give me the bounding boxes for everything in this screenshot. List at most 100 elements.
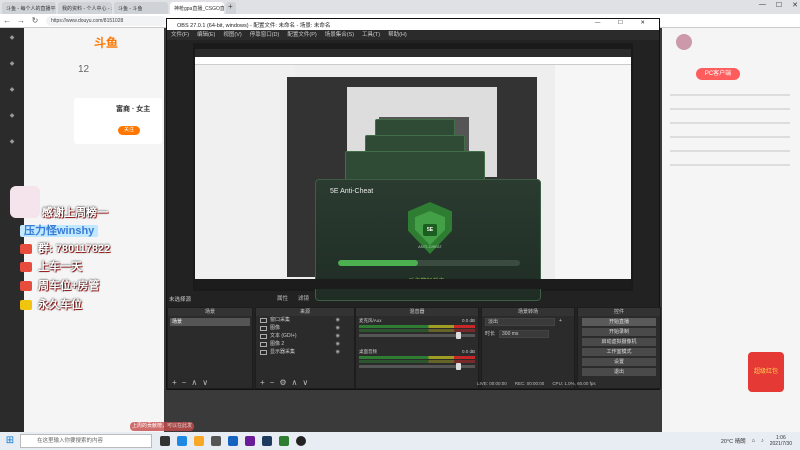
anchor-name: 富商 · 女主 [116,106,151,113]
sidebar-item[interactable]: ◆ [0,132,24,158]
obs-icon[interactable] [296,436,306,446]
pc-client-button[interactable]: PC客户端 [696,68,740,80]
menu-help[interactable]: 帮助(H) [388,30,407,40]
transition-duration-row: 时长 300 ms [482,328,574,340]
scene-item[interactable]: 场景 [170,318,250,326]
list-item [670,150,790,152]
browser-tab[interactable]: 斗鱼 - 每个人的直播平台 [2,2,56,14]
obs-preview[interactable]: 5E Anti-Cheat 5E ANTI-CHEAT 反作弊加载中... [193,43,633,301]
anticheat-title: 5E Anti-Cheat [330,188,374,195]
filters-button[interactable]: 滤镜 [298,294,309,302]
menu-scene-collection[interactable]: 场景集合(S) [325,30,354,40]
exit-button[interactable]: 退出 [582,368,656,376]
add-transition-button[interactable]: + [559,318,562,326]
top-fan-label: 压力怪winshy [20,225,99,237]
eye-icon[interactable]: ◉ [336,332,340,340]
sidebar-item[interactable]: ◆ [0,106,24,132]
eye-icon[interactable]: ◉ [336,316,340,324]
network-icon[interactable]: ⌂ [752,438,755,444]
url-field[interactable]: https://www.douyu.com/8151028 [46,15,166,26]
bottom-hint[interactable]: 上周的贡献榜，可以在此发 [130,422,194,431]
maximize-icon[interactable]: ☐ [776,1,782,9]
follow-button[interactable]: 关注 [118,126,140,135]
volume-icon[interactable]: ♪ [761,438,764,444]
start-virtual-camera-button[interactable]: 启动虚拟摄像机 [582,338,656,346]
menu-edit[interactable]: 编辑(E) [197,30,215,40]
source-item[interactable]: 显示器采集 ◉ [256,348,354,356]
properties-button[interactable]: 属性 [277,294,288,302]
menu-profile[interactable]: 配置文件(P) [287,30,316,40]
list-item [670,164,790,166]
menu-view[interactable]: 视图(V) [223,30,241,40]
eye-icon[interactable]: ◉ [336,348,340,356]
browser-tab[interactable]: 斗鱼 - 斗鱼 [114,2,168,14]
scene-dock-toolbar[interactable]: +−∧∨ [168,378,252,388]
overlay-perk-1: 上车一天 [20,258,82,274]
avatar[interactable] [676,34,692,50]
start-streaming-button[interactable]: 开始直播 [582,318,656,326]
app-icon[interactable] [279,436,289,446]
browser-tab[interactable]: 我的资料 - 个人中心 - 斗鱼 [58,2,112,14]
menu-tools[interactable]: 工具(T) [362,30,380,40]
car-icon [20,262,32,273]
reload-icon[interactable]: ↻ [28,16,42,25]
source-label: 窗口采集 [270,317,291,323]
new-tab-button[interactable]: + [226,2,236,14]
dock-title: 控件 [578,308,660,316]
task-view-icon[interactable] [160,436,170,446]
volume-slider[interactable] [359,332,475,339]
back-icon[interactable]: ← [0,16,14,25]
app-icon[interactable] [245,436,255,446]
transition-select[interactable]: 淡出 [485,318,555,326]
perk-label: 上车一天 [38,261,82,273]
channel-name: 麦克风/Aux [359,318,382,323]
source-item[interactable]: 图像 2 ◉ [256,340,354,348]
source-dock-toolbar[interactable]: +−⚙∧∨ [256,378,354,388]
sources-dock: 来源 窗口采集 ◉ 图像 ◉ 文本 (GDI+) ◉ 图像 2 ◉ 显示器采集 ◉ +−⚙… [255,307,355,389]
volume-slider[interactable] [359,363,475,370]
duration-input[interactable]: 300 ms [499,330,550,338]
app-icon[interactable] [228,436,238,446]
source-item[interactable]: 窗口采集 ◉ [256,316,354,324]
windows-start-icon[interactable]: ⊞ [0,432,20,450]
folder-icon[interactable] [194,436,204,446]
steam-icon[interactable] [262,436,272,446]
sidebar-item[interactable]: ◆ [0,54,24,80]
taskbar-search-input[interactable]: 在这里输入你要搜索的内容 [20,434,152,448]
source-item[interactable]: 文本 (GDI+) ◉ [256,332,354,340]
menu-file[interactable]: 文件(F) [171,30,189,40]
shield-label: ANTI-CHEAT [418,244,442,249]
overlay-thanks: 感谢上周榜一 [42,207,108,219]
obs-window-controls[interactable]: — ☐ ✕ [595,20,653,26]
cpu-fps: CPU: 1.0%, 60.00 fps [552,381,596,386]
clock[interactable]: 1:06 2021/7/30 [770,435,792,447]
slider-handle[interactable] [456,332,461,339]
gift-box[interactable]: 超级红包 [748,352,784,392]
close-icon[interactable]: ✕ [792,1,798,9]
eye-icon[interactable]: ◉ [336,324,340,332]
source-label: 文本 (GDI+) [270,333,297,339]
car-icon [20,281,32,292]
sidebar-item[interactable]: ◆ [0,80,24,106]
forward-icon[interactable]: → [14,16,28,25]
eye-icon[interactable]: ◉ [336,340,340,348]
slider-handle[interactable] [456,363,461,370]
douyu-logo[interactable]: 斗鱼 [94,34,118,51]
settings-button[interactable]: 设置 [582,358,656,366]
perk-label: 周车位+房管 [38,280,100,292]
weather-label[interactable]: 20°C 晴朗 [721,437,746,445]
browser-tab-active[interactable]: 神枪gpa直播_CSGO直播_斗鱼直播 [170,2,224,14]
sidebar-item[interactable]: ◆ [0,28,24,54]
minimize-icon[interactable]: — [759,1,766,9]
menu-docks[interactable]: 停靠窗口(D) [250,30,280,40]
app-icon[interactable] [211,436,221,446]
start-recording-button[interactable]: 开始录制 [582,328,656,336]
chat-list [670,94,790,178]
list-item [670,108,790,110]
no-source-label: 未选择源 [169,297,192,303]
studio-mode-button[interactable]: 工作室模式 [582,348,656,356]
list-item [670,136,790,138]
edge-icon[interactable] [177,436,187,446]
nested-taskbar [195,279,631,289]
source-item[interactable]: 图像 ◉ [256,324,354,332]
